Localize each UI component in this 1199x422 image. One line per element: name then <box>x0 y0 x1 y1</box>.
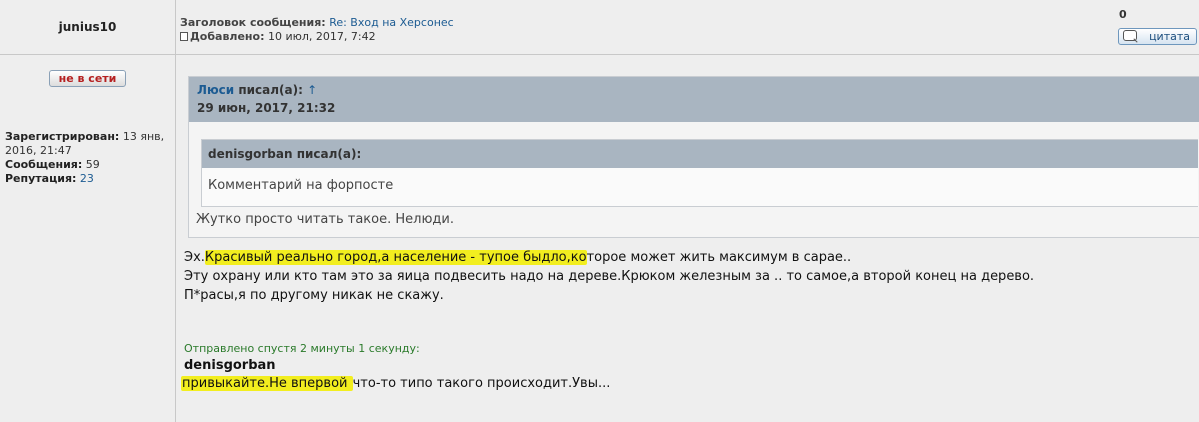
outer-quote-author[interactable]: Люси <box>197 83 234 97</box>
message-line2: Эту охрану или кто там это за яица подве… <box>184 269 1035 284</box>
registered-label: Зарегистрирован: <box>5 130 120 143</box>
sent-after-notice: Отправлено спустя 2 минуты 1 секунду: <box>184 342 420 355</box>
added-label: Добавлено: <box>190 30 265 43</box>
outer-quote: Люси писал(а): ↑ 29 июн, 2017, 21:32 den… <box>188 76 1199 238</box>
online-status-badge[interactable]: не в сети <box>49 70 126 87</box>
subject-label: Заголовок сообщения: <box>180 16 326 29</box>
inner-quote: denisgorban писал(а): Комментарий на фор… <box>201 139 1198 207</box>
added-date: 10 июл, 2017, 7:42 <box>268 30 376 43</box>
reputation-value[interactable]: 23 <box>80 172 94 185</box>
jump-to-post-icon[interactable]: ↑ <box>307 83 317 97</box>
post-meta: Заголовок сообщения: Re: Вход на Херсоне… <box>180 16 454 44</box>
posts-label: Сообщения: <box>5 158 83 171</box>
quote-button-label: цитата <box>1149 30 1190 43</box>
outer-quote-date: 29 июн, 2017, 21:32 <box>197 101 336 115</box>
post-author-name[interactable]: junius10 <box>0 0 176 55</box>
highlighted-followup: привыкайте.Не впервой <box>181 376 353 391</box>
message-line1-start: Эх. <box>184 250 205 265</box>
posts-value: 59 <box>85 158 100 171</box>
subject-link[interactable]: Re: Вход на Херсонес <box>329 16 454 29</box>
post-header: junius10 Заголовок сообщения: Re: Вход н… <box>0 0 1199 55</box>
inner-quote-header: denisgorban писал(а): <box>202 140 1198 168</box>
highlighted-text: Красивый реально город,а население - туп… <box>204 250 587 265</box>
reputation-label: Репутация: <box>5 172 77 185</box>
post-body: Эх.Красивый реально город,а население - … <box>184 248 1034 305</box>
message-line3: П*расы,я по другому никак не скажу. <box>184 288 444 303</box>
post-counter: 0 <box>1119 8 1127 21</box>
followup-text: привыкайте.Не впервой что-то типо такого… <box>181 374 610 393</box>
author-profile: не в сети Зарегистрирован: 13 янв, 2016,… <box>0 55 176 422</box>
quote-icon <box>1123 30 1137 41</box>
outer-quote-text: Жутко просто читать такое. Нелюди. <box>196 212 454 227</box>
post-icon[interactable] <box>180 32 188 41</box>
message-line1-end: торое может жить максимум в сарае.. <box>586 250 852 265</box>
followup-text-end: что-то типо такого происходит.Увы... <box>352 376 611 391</box>
outer-quote-wrote: писал(а): <box>238 83 303 97</box>
inner-quote-text: Комментарий на форпосте <box>208 178 394 193</box>
profile-details: Зарегистрирован: 13 янв, 2016, 21:47 Соо… <box>5 130 173 186</box>
followup-author: denisgorban <box>184 358 276 373</box>
outer-quote-header: Люси писал(а): ↑ 29 июн, 2017, 21:32 <box>189 77 1199 122</box>
quote-button[interactable]: цитата <box>1118 28 1197 45</box>
